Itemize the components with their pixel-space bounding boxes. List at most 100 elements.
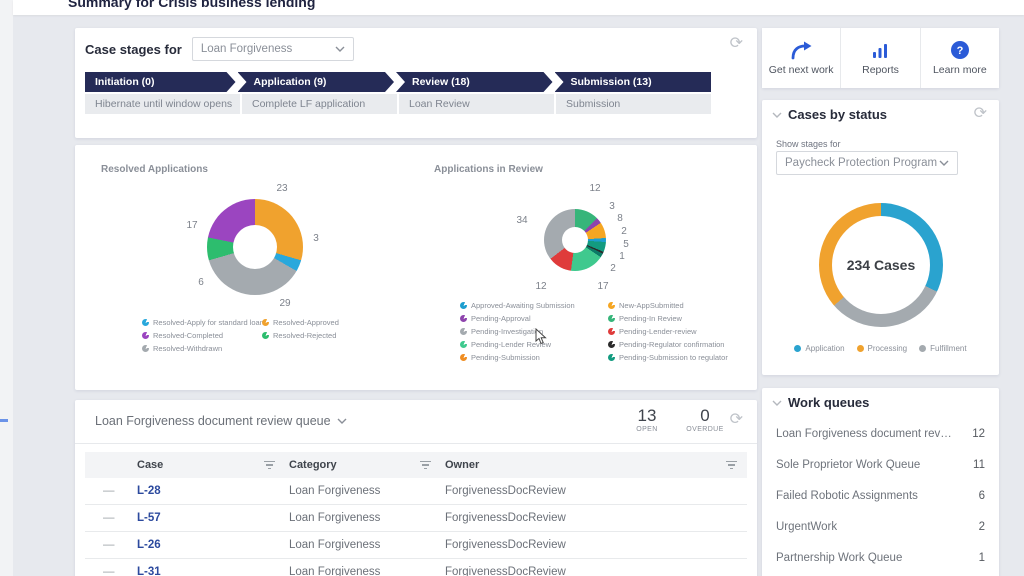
work-queues-card: Work queues Loan Forgiveness document re… bbox=[762, 388, 999, 576]
collapse-chevron-icon[interactable] bbox=[772, 400, 782, 406]
case-link[interactable]: L-31 bbox=[137, 566, 161, 576]
case-link[interactable]: L-57 bbox=[137, 512, 161, 524]
legend-item[interactable]: Resolved-Withdrawn bbox=[142, 342, 252, 355]
stage-segment[interactable]: Application (9) bbox=[238, 72, 395, 92]
legend-label: Application bbox=[805, 344, 844, 353]
queue-card: Loan Forgiveness document review queue 1… bbox=[75, 400, 757, 576]
legend-item[interactable]: Fulfillment bbox=[919, 344, 966, 353]
donut-value-label: 1 bbox=[619, 251, 625, 262]
table-body: —L-28Loan ForgivenessForgivenessDocRevie… bbox=[85, 478, 747, 576]
open-label: OPEN bbox=[627, 426, 667, 433]
bar-chart-icon bbox=[871, 40, 889, 60]
work-queue-item[interactable]: Failed Robotic Assignments6 bbox=[776, 480, 985, 511]
stage-segment[interactable]: Submission (13) bbox=[555, 72, 712, 92]
work-queue-name: Sole Proprietor Work Queue bbox=[776, 459, 920, 471]
substage-cell: Complete LF application bbox=[242, 94, 397, 114]
legend-item[interactable]: New-AppSubmitted bbox=[608, 299, 728, 312]
legend-item[interactable]: Pending-In Review bbox=[608, 312, 728, 325]
legend-item[interactable]: Resolved-Apply for standard loan bbox=[142, 316, 252, 329]
pie-icon bbox=[460, 354, 467, 361]
table-row[interactable]: —L-26Loan ForgivenessForgivenessDocRevie… bbox=[85, 532, 747, 559]
legend-item[interactable]: Resolved-Completed bbox=[142, 329, 252, 342]
donut-value-label: 23 bbox=[276, 183, 287, 194]
cases-by-status-title: Cases by status bbox=[788, 107, 887, 122]
stage-segment[interactable]: Review (18) bbox=[396, 72, 553, 92]
case-cell: L-26 bbox=[137, 539, 289, 551]
applications-in-review-donut[interactable] bbox=[544, 209, 606, 271]
legend-item[interactable]: Processing bbox=[857, 344, 908, 353]
table-row[interactable]: —L-31Loan ForgivenessForgivenessDocRevie… bbox=[85, 559, 747, 576]
legend-label: Pending-Lender-review bbox=[619, 327, 697, 336]
queue-title-selector[interactable]: Loan Forgiveness document review queue bbox=[95, 414, 347, 428]
filter-icon[interactable] bbox=[726, 461, 737, 470]
open-count: 13 bbox=[627, 406, 667, 426]
show-stages-label: Show stages for bbox=[776, 139, 841, 149]
stage-label: Application (9) bbox=[254, 76, 327, 88]
legend-item[interactable]: Pending-Approval bbox=[460, 312, 598, 325]
cases-by-status-legend: Application Processing Fulfillment bbox=[762, 344, 999, 353]
collapse-chevron-icon[interactable] bbox=[772, 112, 782, 118]
case-cell: L-57 bbox=[137, 512, 289, 524]
donut-value-label: 12 bbox=[589, 183, 600, 194]
dashboard-screen: Summary for Crisis business lending Case… bbox=[0, 0, 1024, 576]
legend-item[interactable]: Approved-Awaiting Submission bbox=[460, 299, 598, 312]
pie-icon bbox=[262, 319, 269, 326]
show-stages-selected-value: Paycheck Protection Program bbox=[785, 157, 937, 169]
legend-item[interactable]: Pending-Submission bbox=[460, 351, 598, 364]
legend-item[interactable]: Resolved-Rejected bbox=[262, 329, 339, 342]
donut-center-label: 234 Cases bbox=[819, 203, 943, 327]
refresh-icon[interactable]: ⟳ bbox=[974, 106, 987, 122]
page-header: Summary for Crisis business lending bbox=[13, 0, 1024, 15]
work-queue-item[interactable]: Sole Proprietor Work Queue11 bbox=[776, 449, 985, 480]
row-dash-indicator: — bbox=[85, 566, 137, 576]
learn-more-button[interactable]: ? Learn more bbox=[921, 28, 999, 88]
pie-icon bbox=[460, 328, 467, 335]
legend-item[interactable]: Application bbox=[794, 344, 844, 353]
refresh-icon[interactable]: ⟳ bbox=[730, 412, 743, 428]
row-dash-indicator: — bbox=[85, 539, 137, 551]
work-queue-item[interactable]: Partnership Work Queue1 bbox=[776, 542, 985, 573]
table-row[interactable]: —L-28Loan ForgivenessForgivenessDocRevie… bbox=[85, 478, 747, 505]
substage-cell: Loan Review bbox=[399, 94, 554, 114]
case-link[interactable]: L-28 bbox=[137, 485, 161, 497]
row-dash-indicator: — bbox=[85, 485, 137, 497]
pie-icon bbox=[142, 332, 149, 339]
owner-cell: ForgivenessDocReview bbox=[445, 566, 747, 576]
legend-label: Pending-Approval bbox=[471, 314, 531, 323]
column-header-owner: Owner bbox=[445, 459, 479, 471]
filter-icon[interactable] bbox=[264, 461, 275, 470]
legend-item[interactable]: Pending-Regulator confirmation bbox=[608, 338, 728, 351]
donut-value-label: 3 bbox=[313, 233, 319, 244]
legend-item[interactable]: Pending-Lender-review bbox=[608, 325, 728, 338]
case-stages-selector[interactable]: Loan Forgiveness bbox=[192, 37, 354, 61]
refresh-icon[interactable]: ⟳ bbox=[730, 36, 743, 52]
stage-chevron-bar: Initiation (0) Application (9) Review (18)… bbox=[85, 72, 711, 92]
legend-item[interactable]: Pending-Lender Review bbox=[460, 338, 598, 351]
show-stages-selector[interactable]: Paycheck Protection Program bbox=[776, 151, 958, 175]
category-cell: Loan Forgiveness bbox=[289, 539, 445, 551]
stage-segment[interactable]: Initiation (0) bbox=[85, 72, 236, 92]
legend-label: Pending-In Review bbox=[619, 314, 682, 323]
legend-item[interactable]: Pending-Investigation bbox=[460, 325, 598, 338]
legend-item[interactable]: Resolved-Approved bbox=[262, 316, 339, 329]
get-next-work-button[interactable]: Get next work bbox=[762, 28, 841, 88]
reports-button[interactable]: Reports bbox=[841, 28, 920, 88]
donut-value-label: 3 bbox=[609, 201, 615, 212]
legend-label: Processing bbox=[868, 344, 908, 353]
legend-label: Fulfillment bbox=[930, 344, 966, 353]
filter-icon[interactable] bbox=[420, 461, 431, 470]
legend-item[interactable]: Pending-Submission to regulator bbox=[608, 351, 728, 364]
overdue-count: 0 bbox=[680, 406, 730, 426]
work-queue-item[interactable]: UrgentWork2 bbox=[776, 511, 985, 542]
pie-icon bbox=[608, 328, 615, 335]
resolved-applications-donut[interactable] bbox=[207, 199, 303, 295]
donut-value-label: 34 bbox=[516, 215, 527, 226]
donut-value-label: 2 bbox=[621, 226, 627, 237]
work-queue-item[interactable]: Loan Forgiveness document review queue12 bbox=[776, 418, 985, 449]
legend-dot-icon bbox=[919, 345, 926, 352]
case-link[interactable]: L-26 bbox=[137, 539, 161, 551]
donut-value-label: 6 bbox=[198, 277, 204, 288]
case-cell: L-31 bbox=[137, 566, 289, 576]
table-row[interactable]: —L-57Loan ForgivenessForgivenessDocRevie… bbox=[85, 505, 747, 532]
action-label: Reports bbox=[862, 64, 899, 76]
